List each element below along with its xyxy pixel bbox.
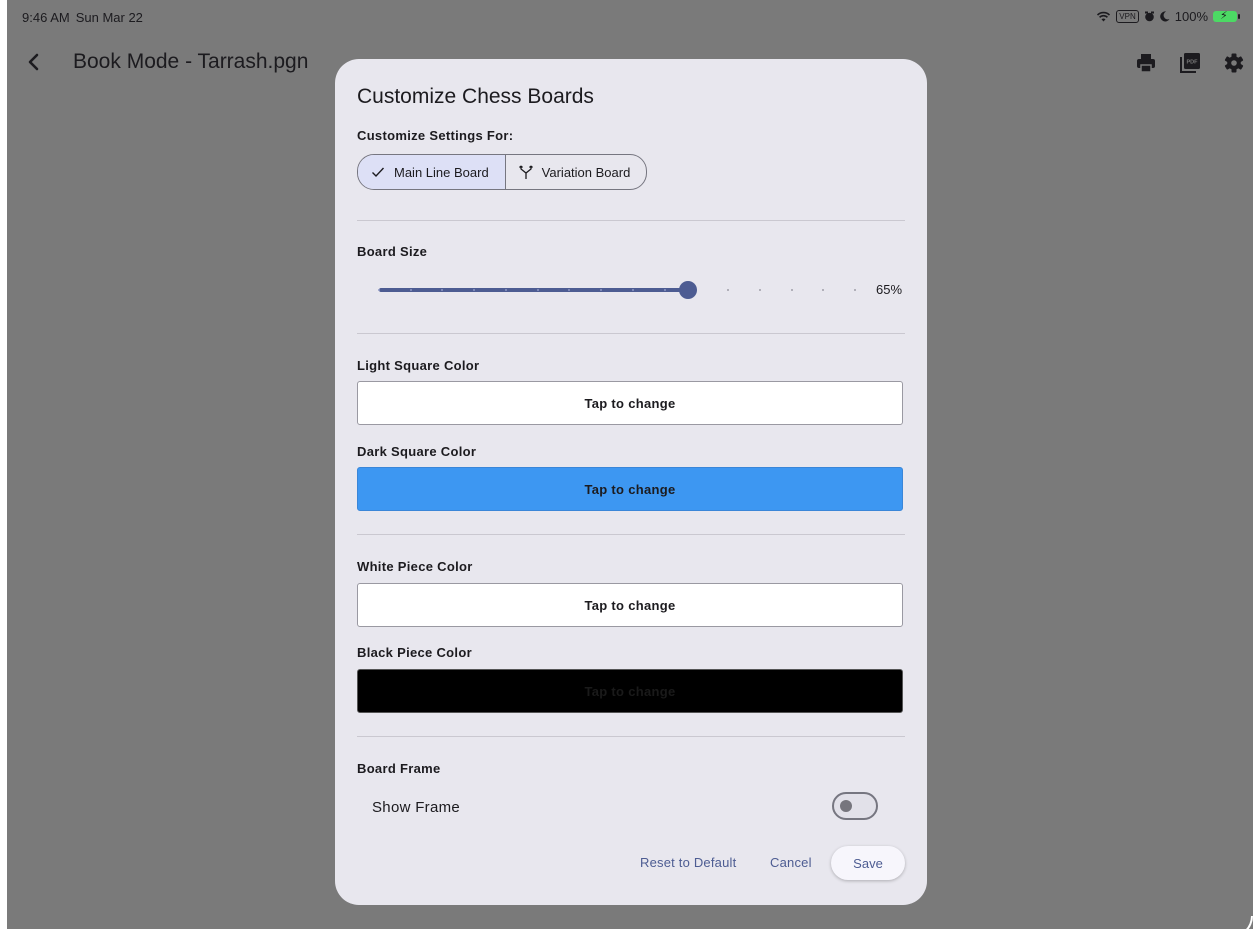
pdf-icon-label: PDF (1187, 60, 1199, 66)
slider-tick (663, 289, 666, 291)
customize-dialog: Customize Chess Boards Customize Setting… (335, 59, 927, 905)
switch-knob (840, 800, 852, 812)
light-square-label: Light Square Color (357, 358, 480, 373)
white-piece-label: White Piece Color (357, 559, 473, 574)
slider-tick (854, 289, 856, 291)
black-piece-color-button[interactable]: Tap to change (357, 669, 903, 713)
segment-label: Variation Board (541, 164, 631, 180)
slider-tick (536, 289, 539, 291)
save-button[interactable]: Save (831, 846, 905, 880)
slider-tick (409, 289, 412, 291)
pdf-icon[interactable]: PDF (1179, 52, 1201, 74)
check-icon (372, 167, 385, 178)
show-frame-switch[interactable] (832, 792, 878, 820)
segment-main-line-board[interactable]: Main Line Board (358, 155, 506, 189)
dark-square-color-button[interactable]: Tap to change (357, 467, 903, 511)
show-frame-label: Show Frame (372, 799, 461, 816)
battery-icon: ⚡ (1213, 10, 1240, 22)
branch-icon (518, 165, 533, 179)
board-segmented-control: Main Line Board Variation Board (357, 154, 648, 190)
slider-thumb[interactable] (679, 281, 698, 299)
gear-icon[interactable] (1223, 52, 1245, 74)
board-size-value: 65% (876, 282, 903, 297)
slider-tick (504, 289, 507, 291)
slider-tick (631, 289, 634, 291)
screen-edge-left (0, 0, 7, 938)
board-size-label: Board Size (357, 244, 428, 259)
segment-variation-board[interactable]: Variation Board (506, 155, 647, 189)
moon-icon (1159, 11, 1170, 22)
screen-edge-bottom (0, 929, 1253, 938)
back-icon[interactable] (22, 50, 46, 74)
status-bar: 9:46 AM Sun Mar 22 (22, 10, 143, 25)
slider-tick (790, 289, 793, 291)
divider (357, 220, 905, 221)
print-icon[interactable] (1135, 52, 1157, 74)
status-indicators: VPN 100% ⚡ (1096, 9, 1240, 24)
page-title: Book Mode - Tarrash.pgn (73, 50, 309, 73)
slider-active-track (379, 288, 689, 292)
slider-tick (822, 289, 825, 291)
dialog-title: Customize Chess Boards (357, 85, 594, 108)
vpn-badge: VPN (1116, 10, 1139, 23)
divider (357, 736, 905, 737)
cancel-button[interactable]: Cancel (770, 855, 812, 870)
battery-percent: 100% (1174, 9, 1208, 24)
status-time: 9:46 AM (22, 10, 70, 25)
black-piece-label: Black Piece Color (357, 645, 472, 660)
segment-label: Main Line Board (394, 164, 489, 180)
slider-tick (378, 289, 380, 291)
divider (357, 333, 905, 334)
slider-tick (727, 289, 730, 291)
customize-for-label: Customize Settings For: (357, 128, 514, 143)
board-frame-label: Board Frame (357, 761, 441, 776)
dark-square-label: Dark Square Color (357, 444, 477, 459)
light-square-color-button[interactable]: Tap to change (357, 381, 903, 425)
slider-tick (758, 289, 761, 291)
white-piece-color-button[interactable]: Tap to change (357, 583, 903, 627)
wifi-icon (1097, 11, 1111, 22)
status-date: Sun Mar 22 (75, 10, 143, 25)
reset-to-default-button[interactable]: Reset to Default (640, 855, 736, 870)
divider (357, 534, 905, 535)
alarm-icon (1144, 11, 1154, 22)
